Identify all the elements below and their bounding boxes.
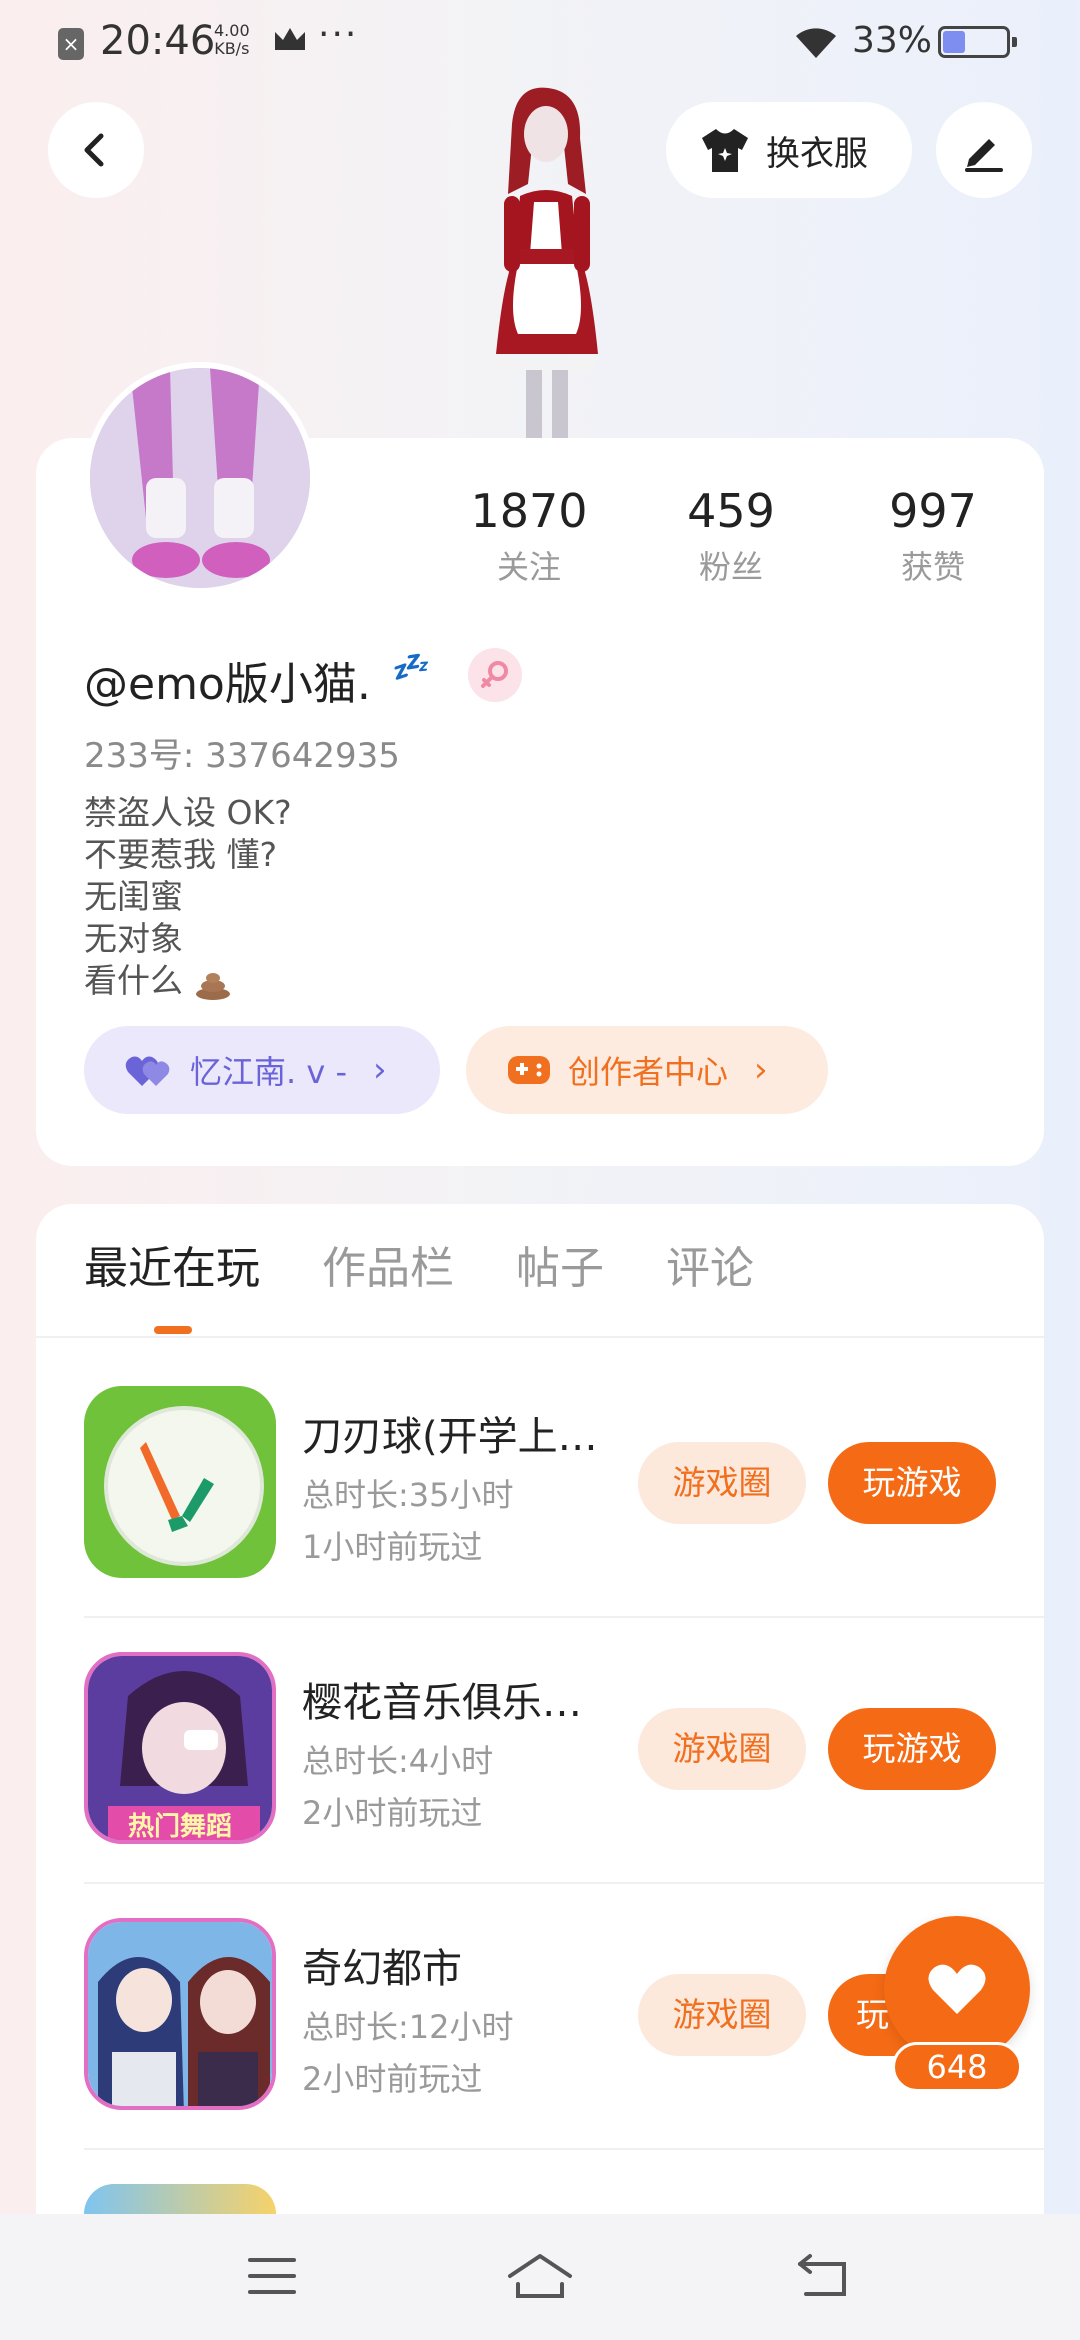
profile-tabs: 最近在玩 作品栏 帖子 评论 — [84, 1236, 816, 1316]
wifi-icon — [796, 28, 836, 58]
chevron-right-icon: › — [373, 1050, 387, 1090]
avatar-image — [90, 368, 310, 588]
game-last-played: 2小时前玩过 — [302, 1794, 483, 1832]
change-outfit-label: 换衣服 — [766, 133, 868, 174]
menu-icon[interactable] — [244, 2250, 300, 2302]
user-id-label: 233号: — [84, 736, 195, 776]
divider — [84, 1616, 1044, 1618]
game-circle-button[interactable]: 游戏圈 — [638, 1442, 806, 1524]
profile-stats: 1870 关注 459 粉丝 997 获赞 — [428, 484, 1034, 588]
double-heart-icon — [125, 1056, 170, 1086]
female-icon — [468, 648, 522, 702]
sleep-emoji: 💤 — [390, 650, 428, 685]
divider — [84, 2148, 1044, 2150]
stat-value: 1870 — [470, 484, 588, 538]
stat-label: 获赞 — [900, 548, 965, 586]
user-id-value: 337642935 — [205, 736, 400, 776]
stat-value: 997 — [889, 484, 977, 538]
game-duration: 总时长:4小时 — [302, 1742, 494, 1780]
game-last-played: 2小时前玩过 — [302, 2060, 483, 2098]
game-title: 刀刃球(开学上… — [302, 1414, 598, 1460]
more-dots-icon: ··· — [318, 14, 359, 55]
tab-indicator — [154, 1326, 192, 1334]
gamepad-icon — [508, 1056, 550, 1084]
status-bar: × 20:46 4.00 KB/s ··· 33% — [0, 0, 1080, 86]
stat-label: 关注 — [496, 548, 561, 586]
creator-center-label: 创作者中心 — [568, 1053, 729, 1091]
poop-emoji-icon — [195, 972, 230, 1000]
game-duration: 总时长:12小时 — [302, 2008, 514, 2046]
game-icon — [84, 1918, 276, 2110]
tab-posts[interactable]: 帖子 — [516, 1236, 604, 1316]
game-last-played: 1小时前玩过 — [302, 1528, 483, 1566]
avatar-character — [496, 87, 598, 438]
chevron-right-icon: › — [754, 1050, 768, 1090]
game-title: 樱花音乐俱乐… — [302, 1680, 582, 1726]
bio-line-last: 看什么 — [84, 960, 292, 1002]
system-nav-bar — [0, 2214, 1080, 2340]
stat-value: 459 — [687, 484, 775, 538]
bio-line: 禁盗人设 OK? — [84, 793, 292, 832]
change-outfit-button[interactable]: 换衣服 — [666, 102, 912, 198]
play-game-button[interactable]: 玩游戏 — [828, 1708, 996, 1790]
play-game-button[interactable]: 玩游戏 — [828, 1442, 996, 1524]
tab-recent-played[interactable]: 最近在玩 — [84, 1236, 260, 1316]
like-count: 648 — [892, 2042, 1022, 2092]
user-id: 233号: 337642935 — [84, 728, 400, 777]
creator-center-button[interactable]: 创作者中心 › — [466, 1026, 828, 1114]
divider — [84, 1882, 1044, 1884]
crown-icon — [275, 28, 305, 50]
avatar[interactable] — [84, 362, 316, 594]
bio-line: 无对象 — [84, 919, 183, 958]
back-nav-icon[interactable] — [796, 2250, 852, 2302]
tab-comments[interactable]: 评论 — [666, 1236, 754, 1316]
like-floating-button[interactable] — [884, 1916, 1030, 2062]
divider — [36, 1336, 1044, 1338]
bio-line: 不要惹我 懂? — [84, 835, 278, 874]
edit-profile-button[interactable] — [936, 102, 1032, 198]
stat-followers[interactable]: 459 粉丝 — [630, 484, 832, 588]
bio-line: 看什么 — [84, 961, 183, 1000]
friend-link-button[interactable]: 忆江南. v - › — [84, 1026, 440, 1114]
game-row[interactable]: 热门舞蹈 樱花音乐俱乐… 总时长:4小时 2小时前玩过 游戏圈 玩游戏 — [84, 1652, 1044, 1918]
tab-works[interactable]: 作品栏 — [322, 1236, 454, 1316]
game-icon — [84, 1386, 276, 1578]
chevron-left-icon — [84, 133, 104, 167]
back-button[interactable] — [48, 102, 144, 198]
game-icon: 热门舞蹈 — [84, 1652, 276, 1844]
game-icon-caption: 热门舞蹈 — [127, 1812, 232, 1842]
shirt-icon — [702, 129, 748, 172]
game-row[interactable]: 刀刃球(开学上… 总时长:35小时 1小时前玩过 游戏圈 玩游戏 — [84, 1386, 1044, 1652]
battery-percent: 33% — [852, 20, 933, 61]
stat-likes[interactable]: 997 获赞 — [832, 484, 1034, 588]
net-speed: 4.00 KB/s — [214, 21, 250, 58]
game-circle-button[interactable]: 游戏圈 — [638, 1974, 806, 2056]
battery-icon — [938, 26, 1017, 58]
bio: 禁盗人设 OK? 不要惹我 懂? 无闺蜜 无对象 看什么 — [84, 792, 292, 1002]
pen-icon — [965, 139, 1003, 172]
game-circle-button[interactable]: 游戏圈 — [638, 1708, 806, 1790]
game-duration: 总时长:35小时 — [302, 1476, 514, 1514]
close-box-icon: × — [58, 28, 84, 60]
friend-link-label: 忆江南. v - — [190, 1053, 348, 1091]
game-icon-partial — [84, 2184, 276, 2214]
heart-icon — [928, 1964, 986, 2014]
home-icon[interactable] — [506, 2250, 574, 2302]
stat-following[interactable]: 1870 关注 — [428, 484, 630, 588]
bio-line: 无闺蜜 — [84, 877, 183, 916]
game-title: 奇幻都市 — [302, 1946, 462, 1992]
status-time: 20:46 — [100, 18, 216, 64]
stat-label: 粉丝 — [698, 548, 763, 586]
nickname: @emo版小猫. — [84, 659, 371, 710]
